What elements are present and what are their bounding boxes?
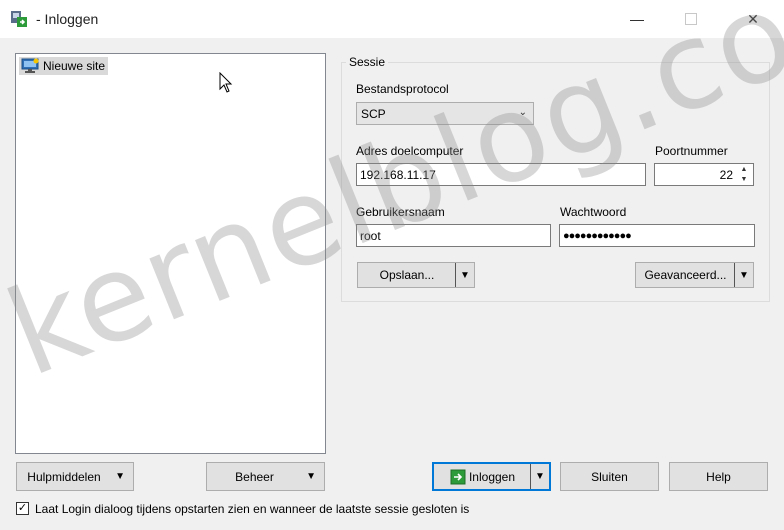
- app-icon: [11, 11, 27, 27]
- maximize-icon: [685, 13, 697, 25]
- help-button[interactable]: Help: [669, 462, 768, 491]
- show-login-checkbox[interactable]: ✓: [16, 502, 29, 515]
- monitor-icon: [21, 58, 39, 73]
- save-button[interactable]: Opslaan... ▼: [357, 262, 475, 288]
- password-label: Wachtwoord: [560, 205, 627, 219]
- close-dialog-button[interactable]: Sluiten: [560, 462, 659, 491]
- chevron-down-icon: ⌄: [518, 107, 527, 118]
- maximize-button: [668, 0, 714, 38]
- password-input[interactable]: ●●●●●●●●●●●●: [559, 224, 755, 247]
- minimize-button[interactable]: —: [614, 0, 660, 38]
- show-login-label: Laat Login dialoog tijdens opstarten zie…: [35, 502, 470, 516]
- tree-item-new-site[interactable]: Nieuwe site: [19, 57, 109, 75]
- close-icon: ✕: [747, 10, 759, 27]
- mouse-cursor-icon: [219, 72, 233, 93]
- login-button[interactable]: Inloggen ▼: [432, 462, 551, 491]
- protocol-value: SCP: [361, 106, 386, 121]
- tools-dropdown-icon: ▼: [115, 471, 125, 482]
- port-value: 22: [719, 167, 733, 182]
- tools-button[interactable]: Hulpmiddelen ▼: [16, 462, 134, 491]
- manage-button[interactable]: Beheer ▼: [206, 462, 325, 491]
- username-value: root: [360, 228, 381, 243]
- spin-down-icon[interactable]: ▼: [737, 175, 751, 185]
- tree-item-label: Nieuwe site: [43, 59, 106, 73]
- protocol-select[interactable]: SCP ⌄: [356, 102, 534, 125]
- advanced-button-label: Geavanceerd...: [644, 268, 727, 282]
- user-label: Gebruikersnaam: [356, 205, 445, 219]
- help-button-label: Help: [706, 469, 731, 484]
- title-bar: - Inloggen — ✕: [0, 0, 784, 38]
- checkmark-icon: ✓: [17, 502, 28, 514]
- login-dropdown-icon[interactable]: ▼: [530, 464, 549, 489]
- manage-button-label: Beheer: [235, 469, 274, 484]
- protocol-label: Bestandsprotocol: [356, 82, 449, 96]
- close-button[interactable]: ✕: [730, 0, 776, 38]
- session-group-title: Sessie: [346, 55, 389, 69]
- advanced-button[interactable]: Geavanceerd... ▼: [635, 262, 754, 288]
- spin-up-icon[interactable]: ▲: [737, 165, 751, 175]
- save-button-label: Opslaan...: [379, 268, 435, 282]
- host-input[interactable]: 192.168.11.17: [356, 163, 646, 186]
- save-dropdown-icon[interactable]: ▼: [455, 263, 474, 287]
- manage-dropdown-icon: ▼: [306, 471, 316, 482]
- window-title: - Inloggen: [36, 11, 99, 27]
- login-button-label: Inloggen: [468, 469, 516, 484]
- login-icon: [450, 469, 466, 484]
- close-dialog-button-label: Sluiten: [591, 469, 628, 484]
- host-value: 192.168.11.17: [360, 167, 436, 182]
- username-input[interactable]: root: [356, 224, 551, 247]
- minimize-icon: —: [630, 11, 644, 27]
- port-input[interactable]: 22 ▲ ▼: [654, 163, 754, 186]
- advanced-dropdown-icon[interactable]: ▼: [734, 263, 753, 287]
- tools-button-label: Hulpmiddelen: [27, 469, 101, 484]
- password-value: ●●●●●●●●●●●●: [563, 229, 632, 242]
- port-label: Poortnummer: [655, 144, 728, 158]
- host-label: Adres doelcomputer: [356, 144, 464, 158]
- port-stepper[interactable]: ▲ ▼: [737, 165, 751, 184]
- site-tree[interactable]: Nieuwe site: [15, 53, 326, 454]
